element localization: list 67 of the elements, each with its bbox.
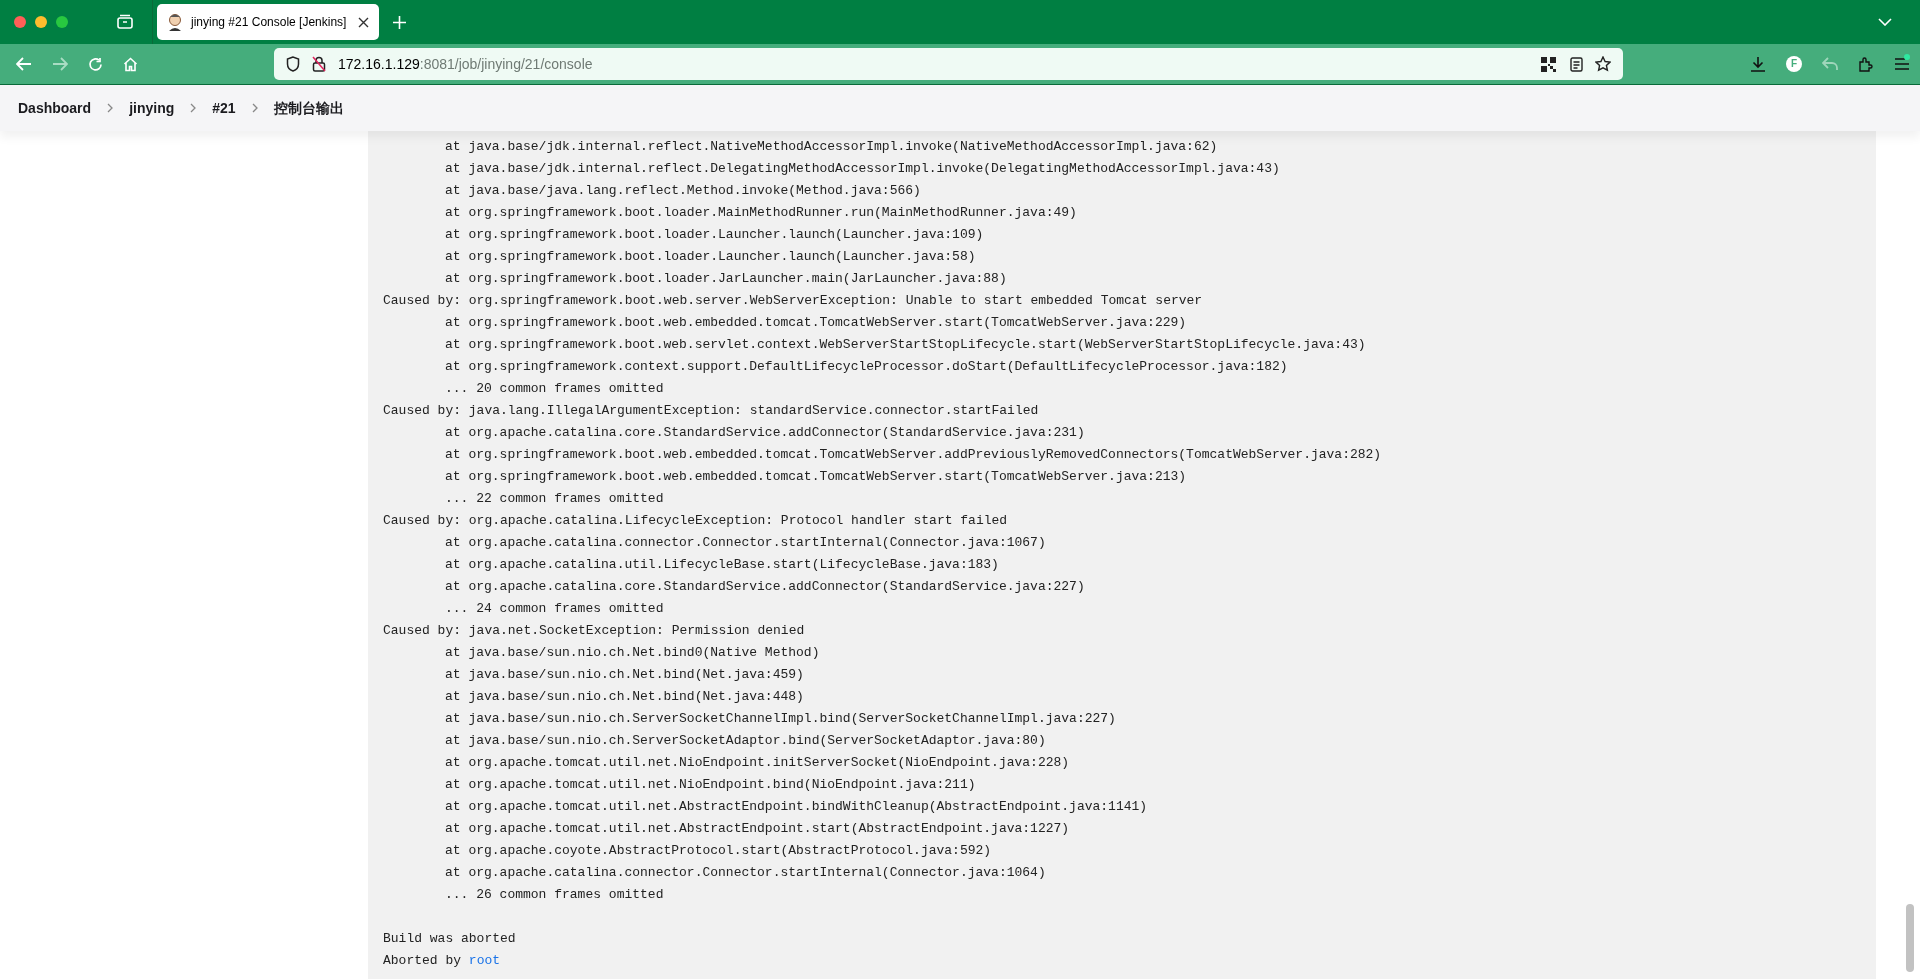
stack-frame-line: at org.apache.catalina.core.StandardService.addConnector(StandardService.java:231) [444,424,1086,442]
stack-frame-line: at org.springframework.boot.loader.JarLauncher.main(JarLauncher.java:88) [444,270,1008,288]
stack-frame-line: at java.base/jdk.internal.reflect.NativeMethodAccessorImpl.invoke(NativeMethodAccessorImpl.java:62) [444,138,1219,156]
minimize-window-button[interactable] [35,16,47,28]
url-text: 172.16.1.129:8081/job/jinying/21/console [338,54,593,74]
tab-title: jinying #21 Console [Jenkins] [191,14,348,31]
chevron-right-icon [107,103,114,113]
extensions-icon[interactable] [1858,56,1874,72]
scrollbar-thumb[interactable] [1906,904,1914,972]
stack-frame-line: at org.springframework.boot.web.embedded.tomcat.TomcatWebServer.start(TomcatWebServer.java:229) [444,314,1188,332]
stack-frame-line: at org.apache.catalina.connector.Connector.startInternal(Connector.java:1067) [444,534,1047,552]
butler-avatar-icon [167,13,183,31]
stack-frame-line: ... 20 common frames omitted [444,380,665,398]
reload-icon[interactable] [88,56,103,72]
stack-frame-line: at java.base/java.lang.reflect.Method.invoke(Method.java:566) [444,182,922,200]
menu-icon[interactable] [1894,57,1910,71]
shield-icon[interactable] [286,56,300,72]
stack-frame-line: ... 22 common frames omitted [444,490,665,508]
stack-frame-line: at java.base/sun.nio.ch.ServerSocketChannelImpl.bind(ServerSocketChannelImpl.java:227) [444,710,1117,728]
stack-frame-line: ... 26 common frames omitted [444,886,665,904]
chevron-right-icon [190,103,197,113]
stack-frame-line: at org.apache.tomcat.util.net.AbstractEndpoint.start(AbstractEndpoint.java:1227) [444,820,1071,838]
star-icon[interactable] [1595,56,1611,72]
chevron-right-icon [251,103,258,113]
stack-frame-line: at org.springframework.boot.web.embedded.tomcat.TomcatWebServer.start(TomcatWebServer.java:213) [444,468,1188,486]
stack-frame-line: at org.apache.tomcat.util.net.AbstractEndpoint.bindWithCleanup(AbstractEndpoint.java:1141) [444,798,1149,816]
caused-by-line: Caused by: java.net.SocketException: Permission denied [383,622,806,640]
new-tab-icon[interactable] [393,15,406,29]
stack-frame-line: at java.base/sun.nio.ch.ServerSocketAdaptor.bind(ServerSocketAdaptor.java:80) [444,732,1047,750]
breadcrumb-link[interactable]: #21 [212,97,236,119]
stack-frame-line: at org.springframework.boot.loader.MainMethodRunner.run(MainMethodRunner.java:49) [444,204,1078,222]
download-icon[interactable] [1750,56,1766,72]
breadcrumb-link[interactable]: jinying [129,97,175,119]
insecure-lock-icon[interactable] [312,56,326,72]
stack-frame-line: at org.apache.catalina.connector.Connector.startInternal(Connector.java:1064) [444,864,1047,882]
stack-frame-line: at org.apache.tomcat.util.net.NioEndpoint.initServerSocket(NioEndpoint.java:228) [444,754,1071,772]
back-icon[interactable] [16,57,32,71]
qr-code-icon[interactable] [1541,56,1556,72]
home-icon[interactable] [123,56,138,72]
stack-frame-line: at org.apache.catalina.util.LifecycleBase.start(LifecycleBase.java:183) [444,556,1000,574]
tab-overview-icon[interactable] [116,14,134,30]
stack-frame-line: at java.base/sun.nio.ch.Net.bind(Net.java:459) [444,666,805,684]
address-bar[interactable]: 172.16.1.129:8081/job/jinying/21/console [274,48,1623,80]
breadcrumb-link[interactable]: Dashboard [18,97,92,119]
stack-frame-line: at org.springframework.boot.loader.Launcher.launch(Launcher.java:109) [444,226,985,244]
console-line: Aborted by [383,953,462,968]
caused-by-line: Caused by: org.apache.catalina.LifecycleException: Protocol handler start failed [383,512,1009,530]
console-line: Build was aborted [383,930,517,948]
caused-by-line: Caused by: java.lang.IllegalArgumentException: standardService.connector.startFailed [383,402,1040,420]
stack-frame-line: at org.springframework.boot.web.embedded.tomcat.TomcatWebServer.addPreviouslyRemovedConnectors(TomcatWebServer.java:282) [444,446,1383,464]
stack-frame-line: at org.springframework.context.support.DefaultLifecycleProcessor.doStart(DefaultLifecycleProcessor.java:182) [444,358,1289,376]
browser-tab[interactable]: jinying #21 Console [Jenkins] [157,4,379,40]
stack-frame-line: ... 24 common frames omitted [444,600,665,618]
stack-frame-line: at org.springframework.boot.loader.Launcher.launch(Launcher.java:58) [444,248,977,266]
close-icon[interactable] [358,16,369,28]
stack-frame-line: at org.springframework.boot.web.servlet.context.WebServerStartStopLifecycle.start(WebServerStartStopLifecycle.java:43) [444,336,1367,354]
stack-frame-line: at java.base/sun.nio.ch.Net.bind(Net.java:448) [444,688,805,706]
stack-frame-line: at java.base/jdk.internal.reflect.DelegatingMethodAccessorImpl.invoke(DelegatingMethodAccessorImpl.java:43) [444,160,1281,178]
reader-view-icon[interactable] [1570,56,1583,72]
user-link[interactable]: root [468,953,501,968]
stack-frame-line: at org.apache.catalina.core.StandardService.addConnector(StandardService.java:227) [444,578,1086,596]
stack-frame-line: at org.apache.tomcat.util.net.NioEndpoint.bind(NioEndpoint.java:211) [444,776,977,794]
stack-frame-line: at org.apache.coyote.AbstractProtocol.start(AbstractProtocol.java:592) [444,842,993,860]
stack-frame-line: at java.base/sun.nio.ch.Net.bind0(Native Method) [444,644,821,662]
caused-by-line: Caused by: org.springframework.boot.web.server.WebServerException: Unable to start embedded Tomcat server [383,292,1204,310]
breadcrumb-link[interactable]: 控制台输出 [273,97,344,119]
chevron-down-icon[interactable] [1878,18,1892,26]
